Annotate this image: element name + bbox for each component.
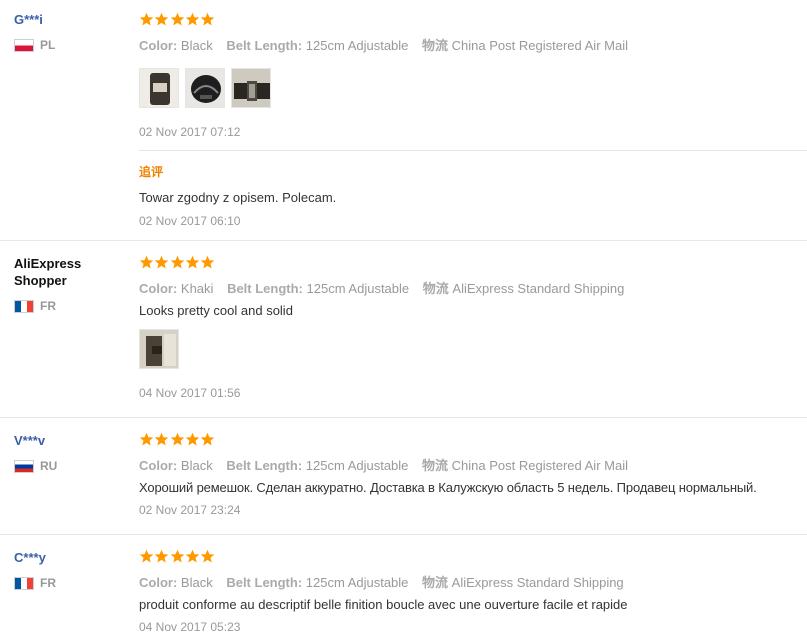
- star-icon: [200, 549, 215, 564]
- star-icon: [154, 549, 169, 564]
- shipping-value: China Post Registered Air Mail: [451, 38, 628, 53]
- star-icon: [185, 255, 200, 270]
- color-label: Color:: [139, 281, 178, 296]
- belt-length-label: Belt Length:: [226, 458, 303, 473]
- star-icon: [139, 12, 154, 27]
- country-code: FR: [40, 299, 56, 313]
- country-code: PL: [40, 38, 56, 52]
- belt-length-label: Belt Length:: [227, 281, 303, 296]
- reviewer-name[interactable]: V***v: [14, 432, 124, 449]
- reviewer-country: PL: [14, 38, 55, 52]
- order-attributes: Color: Black Belt Length: 125cm Adjustab…: [139, 455, 628, 474]
- star-icon: [170, 255, 185, 270]
- belt-length-value: 125cm Adjustable: [306, 281, 410, 296]
- followup-divider: [139, 150, 807, 151]
- russia-flag-icon: [14, 459, 34, 473]
- review-photo-thumbnail[interactable]: [139, 329, 179, 369]
- shipping-label: 物流: [422, 281, 449, 296]
- star-rating: [139, 12, 215, 27]
- order-attributes: Color: Black Belt Length: 125cm Adjustab…: [139, 572, 624, 591]
- reviewer-info: G***i PL: [14, 11, 124, 52]
- belt-length-value: 125cm Adjustable: [305, 38, 409, 53]
- france-flag-icon: [14, 576, 34, 590]
- reviewer-info: AliExpress Shopper FR: [14, 255, 124, 313]
- review-text: Looks pretty cool and solid: [139, 303, 293, 318]
- review-item: AliExpress Shopper FR Color: Khaki Belt …: [0, 240, 807, 418]
- followup-text: Towar zgodny z opisem. Polecam.: [139, 190, 337, 205]
- color-value: Black: [180, 38, 213, 53]
- review-photo-thumbnail[interactable]: [139, 68, 179, 108]
- shipping-label: 物流: [422, 38, 449, 53]
- star-rating: [139, 432, 215, 447]
- belt-length-label: Belt Length:: [226, 38, 303, 53]
- reviewer-info: C***y FR: [14, 549, 124, 590]
- review-date: 04 Nov 2017 05:23: [139, 620, 241, 634]
- star-icon: [170, 432, 185, 447]
- review-item: G***i PL Color: Black Belt Length: 125cm…: [0, 0, 807, 241]
- country-code: FR: [40, 576, 56, 590]
- color-label: Color:: [139, 575, 178, 590]
- star-icon: [185, 12, 200, 27]
- france-flag-icon: [14, 299, 34, 313]
- color-label: Color:: [139, 38, 178, 53]
- shipping-value: China Post Registered Air Mail: [451, 458, 628, 473]
- star-icon: [139, 255, 154, 270]
- shipping-label: 物流: [422, 575, 449, 590]
- review-text: produit conforme au descriptif belle fin…: [139, 597, 628, 612]
- color-value: Black: [180, 575, 213, 590]
- belt-length-value: 125cm Adjustable: [305, 458, 409, 473]
- star-icon: [139, 432, 154, 447]
- star-icon: [170, 12, 185, 27]
- color-label: Color:: [139, 458, 178, 473]
- review-date: 02 Nov 2017 07:12: [139, 125, 241, 139]
- review-photo-thumbnail[interactable]: [185, 68, 225, 108]
- order-attributes: Color: Black Belt Length: 125cm Adjustab…: [139, 35, 628, 54]
- order-attributes: Color: Khaki Belt Length: 125cm Adjustab…: [139, 278, 624, 297]
- star-icon: [200, 255, 215, 270]
- star-icon: [200, 432, 215, 447]
- star-rating: [139, 549, 215, 564]
- star-icon: [154, 432, 169, 447]
- belt-length-label: Belt Length:: [226, 575, 303, 590]
- reviewer-name[interactable]: C***y: [14, 549, 124, 566]
- review-date: 02 Nov 2017 23:24: [139, 503, 241, 517]
- review-date: 04 Nov 2017 01:56: [139, 386, 241, 400]
- reviewer-country: RU: [14, 459, 57, 473]
- star-rating: [139, 255, 215, 270]
- reviewer-country: FR: [14, 299, 56, 313]
- belt-length-value: 125cm Adjustable: [305, 575, 409, 590]
- reviewer-info: V***v RU: [14, 432, 124, 473]
- star-icon: [154, 255, 169, 270]
- reviewer-name[interactable]: G***i: [14, 11, 124, 28]
- review-photos: [139, 68, 277, 108]
- star-icon: [185, 549, 200, 564]
- color-value: Black: [180, 458, 213, 473]
- shipping-value: AliExpress Standard Shipping: [451, 575, 624, 590]
- followup-date: 02 Nov 2017 06:10: [139, 214, 241, 228]
- star-icon: [139, 549, 154, 564]
- star-icon: [154, 12, 169, 27]
- review-item: V***v RU Color: Black Belt Length: 125cm…: [0, 417, 807, 535]
- review-photos: [139, 329, 185, 369]
- star-icon: [185, 432, 200, 447]
- review-photo-thumbnail[interactable]: [231, 68, 271, 108]
- reviewer-country: FR: [14, 576, 56, 590]
- star-icon: [170, 549, 185, 564]
- review-text: Хороший ремешок. Сделан аккуратно. Доста…: [139, 480, 757, 495]
- reviewer-name: AliExpress Shopper: [14, 256, 82, 288]
- poland-flag-icon: [14, 38, 34, 52]
- country-code: RU: [40, 459, 58, 473]
- review-item: C***y FR Color: Black Belt Length: 125cm…: [0, 534, 807, 639]
- followup-title: 追评: [139, 165, 164, 179]
- color-value: Khaki: [180, 281, 214, 296]
- star-icon: [200, 12, 215, 27]
- shipping-value: AliExpress Standard Shipping: [452, 281, 625, 296]
- shipping-label: 物流: [422, 458, 449, 473]
